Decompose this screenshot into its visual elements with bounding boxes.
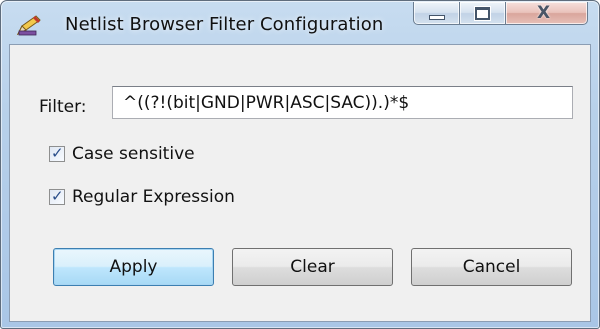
filter-input[interactable] xyxy=(112,86,573,119)
case-sensitive-checkbox[interactable]: ✓ xyxy=(49,144,65,162)
regular-expression-checkbox[interactable]: ✓ xyxy=(49,187,65,205)
filter-label: Filter: xyxy=(39,97,87,117)
maximize-icon xyxy=(475,7,490,20)
case-sensitive-label: Case sensitive xyxy=(72,144,195,164)
minimize-button[interactable] xyxy=(413,2,460,25)
regular-expression-label: Regular Expression xyxy=(72,187,235,207)
cancel-button[interactable]: Cancel xyxy=(411,248,572,286)
checkmark-icon: ✓ xyxy=(51,187,64,205)
minimize-icon xyxy=(429,15,445,20)
window-title: Netlist Browser Filter Configuration xyxy=(65,14,384,35)
case-sensitive-option[interactable]: ✓ Case sensitive xyxy=(49,144,195,164)
checkmark-icon: ✓ xyxy=(51,144,64,162)
pencil-ruler-icon xyxy=(16,14,42,36)
clear-button[interactable]: Clear xyxy=(232,248,393,286)
apply-button[interactable]: Apply xyxy=(53,248,214,286)
close-icon: X xyxy=(537,3,551,23)
close-button[interactable]: X xyxy=(505,2,588,25)
regular-expression-option[interactable]: ✓ Regular Expression xyxy=(49,187,235,207)
maximize-button[interactable] xyxy=(459,2,506,25)
title-bar[interactable]: Netlist Browser Filter Configuration X xyxy=(1,1,599,43)
